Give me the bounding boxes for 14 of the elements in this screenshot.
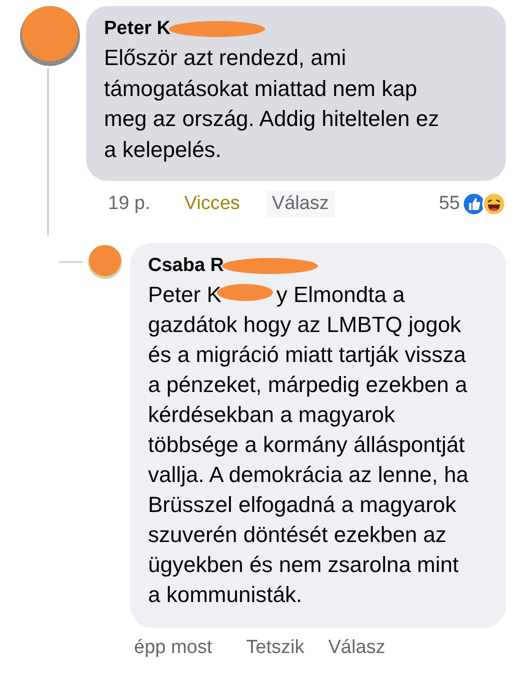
- author-name[interactable]: Peter K: [104, 18, 171, 40]
- timestamp: 19 p.: [108, 193, 150, 215]
- comment-text: Először azt rendezd, ami támogatásokat miattad nem kap meg az ország. Addig hiteltelen ez a kelepelés.: [104, 44, 440, 164]
- reply-link[interactable]: Válasz: [266, 191, 335, 217]
- reaction-link[interactable]: Vicces: [178, 191, 246, 217]
- avatar[interactable]: [88, 245, 122, 279]
- comment-text: Peter K y Elmondta a gazdátok hogy az LMBTQ jogok és a migráció miatt tartják vissza a pénzeket, márpedig ezekben a kérdésekban a magyarok többsége a kormány álláspontját vallja. A demokrácia az lenne, ha Brüsszel elfogadná a magyarok szuverén döntését ezekben az ügyekben és nem zsarolna mint a kommunisták.: [148, 281, 470, 609]
- reaction-count: 55: [438, 193, 460, 215]
- author-name[interactable]: Csaba R: [148, 255, 224, 277]
- laughing-emoji-icon: [482, 192, 506, 216]
- reaction-link[interactable]: Tetszik: [240, 635, 310, 661]
- thread-line: [59, 261, 83, 263]
- timestamp: épp most: [134, 637, 212, 659]
- reply-link[interactable]: Válasz: [322, 635, 392, 661]
